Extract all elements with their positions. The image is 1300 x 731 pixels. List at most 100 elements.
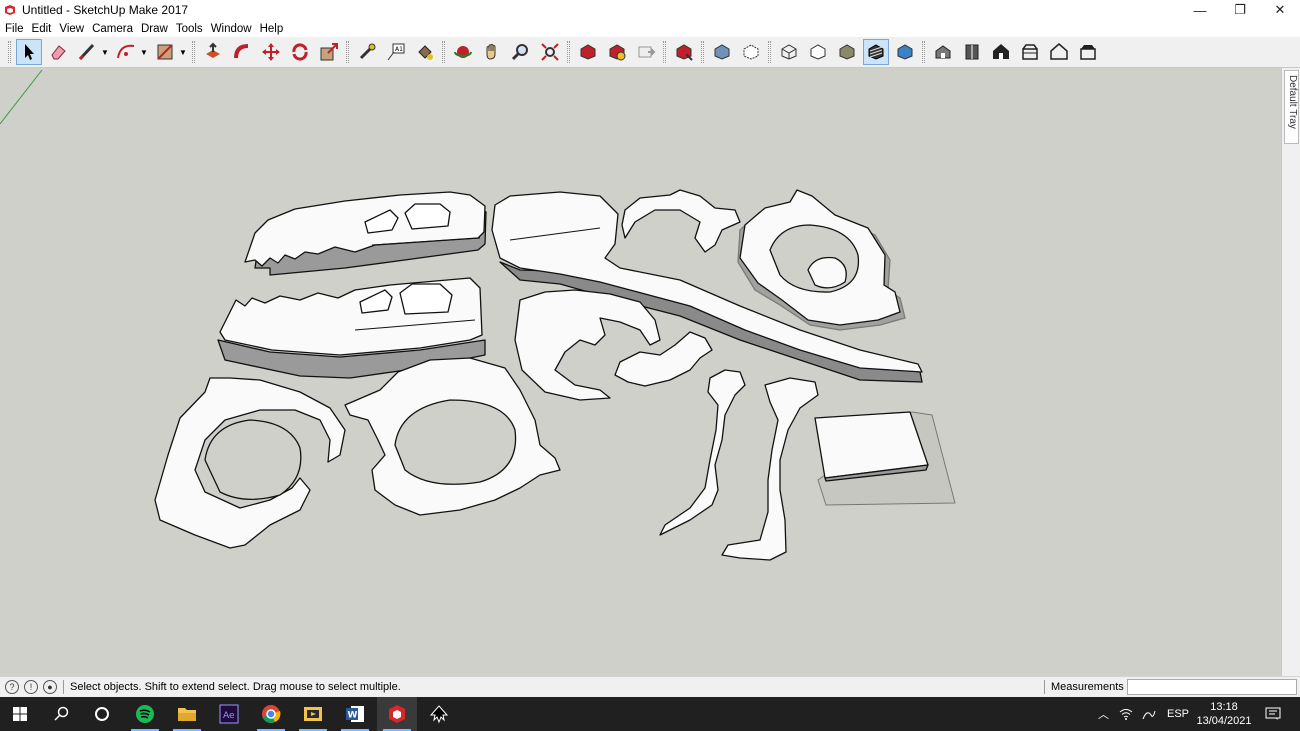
back-view-button[interactable] — [1046, 39, 1072, 65]
chrome-taskbar-button[interactable] — [251, 697, 291, 731]
inkscape-taskbar-button[interactable] — [419, 697, 459, 731]
menu-edit[interactable]: Edit — [32, 23, 52, 35]
sketchup-taskbar-button[interactable] — [377, 697, 417, 731]
line-tool-button[interactable] — [74, 39, 100, 65]
minimize-button[interactable]: — — [1180, 0, 1220, 20]
wifi-icon[interactable] — [1119, 708, 1133, 720]
arc-dropdown-caret[interactable]: ▼ — [140, 39, 148, 65]
zoom-tool-button[interactable] — [508, 39, 534, 65]
paint-bucket-tool-button[interactable] — [412, 39, 438, 65]
menu-window[interactable]: Window — [211, 23, 252, 35]
spotify-taskbar-button[interactable] — [125, 697, 165, 731]
ring-piece-right[interactable] — [737, 189, 906, 331]
monochrome-style-button[interactable] — [892, 39, 918, 65]
rectangle-tool-button[interactable] — [152, 39, 178, 65]
toolbar-grip — [922, 41, 925, 63]
taskbar-clock[interactable]: 13:18 13/04/2021 — [1196, 700, 1252, 728]
leg-piece-right[interactable] — [721, 377, 819, 561]
notification-icon — [1265, 707, 1281, 720]
extension-warehouse-button[interactable] — [604, 39, 630, 65]
measurements-input[interactable] — [1127, 679, 1297, 695]
orbit-tool-button[interactable] — [450, 39, 476, 65]
ring-piece-left[interactable] — [154, 377, 346, 549]
shaded-style-button[interactable] — [834, 39, 860, 65]
menu-tools[interactable]: Tools — [176, 23, 203, 35]
close-button[interactable]: ✕ — [1260, 0, 1300, 20]
send-to-layout-button[interactable] — [633, 39, 659, 65]
extension-manager-button[interactable] — [671, 39, 697, 65]
show-hidden-icons-icon[interactable]: ︿ — [1098, 706, 1109, 722]
default-tray-tab[interactable]: Default Tray — [1284, 70, 1299, 144]
hidden-line-icon — [810, 44, 825, 60]
select-icon — [24, 44, 34, 60]
xray-style-button[interactable] — [709, 39, 735, 65]
toolbar-grip — [768, 41, 771, 63]
search-button[interactable] — [42, 697, 82, 731]
windows-start-button[interactable] — [0, 697, 40, 731]
hidden-line-style-button[interactable] — [805, 39, 831, 65]
warehouse-icon — [580, 44, 595, 60]
cortana-icon — [95, 707, 109, 721]
wireframe-icon — [781, 44, 796, 60]
dinosaur-pieces-model[interactable] — [0, 68, 1281, 676]
extension-warehouse-icon — [609, 44, 625, 61]
warehouse-button[interactable] — [575, 39, 601, 65]
shaded-textures-style-button[interactable] — [862, 39, 889, 65]
zoom-extents-tool-button[interactable] — [537, 39, 563, 65]
eraser-icon — [50, 45, 66, 60]
word-taskbar-button[interactable]: W — [335, 697, 375, 731]
rotate-tool-button[interactable] — [287, 39, 313, 65]
after-effects-icon: Ae — [219, 704, 239, 724]
pen-workspace-icon[interactable] — [1141, 707, 1157, 721]
skull-piece-top[interactable] — [244, 191, 487, 276]
iso-view-button[interactable] — [930, 39, 956, 65]
left-view-button[interactable] — [1075, 39, 1101, 65]
back-edges-style-button[interactable] — [738, 39, 764, 65]
cortana-button[interactable] — [82, 697, 122, 731]
rectangle-dropdown-caret[interactable]: ▼ — [179, 39, 187, 65]
menu-camera[interactable]: Camera — [92, 23, 133, 35]
arc-tool-button[interactable] — [113, 39, 139, 65]
front-view-button[interactable] — [988, 39, 1014, 65]
text-tool-button[interactable]: A1 — [383, 39, 409, 65]
line-icon — [78, 43, 94, 61]
default-tray-panel: Default Tray — [1281, 68, 1300, 676]
follow-me-tool-button[interactable] — [229, 39, 255, 65]
tape-measure-tool-button[interactable] — [354, 39, 380, 65]
sketchup-icon — [389, 705, 405, 723]
top-view-button[interactable] — [959, 39, 985, 65]
model-viewport[interactable] — [0, 68, 1281, 676]
left-view-icon — [1079, 45, 1096, 60]
maximize-button[interactable]: ❐ — [1220, 0, 1260, 20]
geo-location-icon[interactable]: ? — [5, 680, 19, 694]
menu-draw[interactable]: Draw — [141, 23, 168, 35]
scale-tool-button[interactable] — [316, 39, 342, 65]
media-player-taskbar-button[interactable] — [293, 697, 333, 731]
right-view-button[interactable] — [1017, 39, 1043, 65]
menu-help[interactable]: Help — [260, 23, 284, 35]
after-effects-taskbar-button[interactable]: Ae — [209, 697, 249, 731]
pan-tool-button[interactable] — [479, 39, 505, 65]
svg-text:W: W — [348, 711, 358, 721]
credits-icon[interactable]: ! — [24, 680, 38, 694]
rib-piece-upper[interactable] — [621, 189, 741, 253]
language-indicator[interactable]: ESP — [1167, 708, 1189, 720]
base-plate-piece[interactable] — [814, 411, 956, 506]
ring-piece-center[interactable] — [344, 357, 561, 516]
wireframe-style-button[interactable] — [776, 39, 802, 65]
menu-view[interactable]: View — [59, 23, 84, 35]
toolbar-grip — [663, 41, 666, 63]
menu-file[interactable]: File — [5, 23, 24, 35]
text-icon: A1 — [387, 43, 404, 61]
move-tool-button[interactable] — [258, 39, 284, 65]
eraser-tool-button[interactable] — [45, 39, 71, 65]
action-center-button[interactable] — [1255, 697, 1291, 731]
pan-icon — [486, 44, 495, 60]
line-dropdown-caret[interactable]: ▼ — [101, 39, 109, 65]
toolbar-grip[interactable] — [8, 41, 11, 63]
user-account-icon[interactable]: ● — [43, 680, 57, 694]
leg-piece-left[interactable] — [659, 369, 746, 536]
push-pull-tool-button[interactable] — [200, 39, 226, 65]
select-tool-button[interactable] — [15, 39, 42, 65]
file-explorer-taskbar-button[interactable] — [167, 697, 207, 731]
